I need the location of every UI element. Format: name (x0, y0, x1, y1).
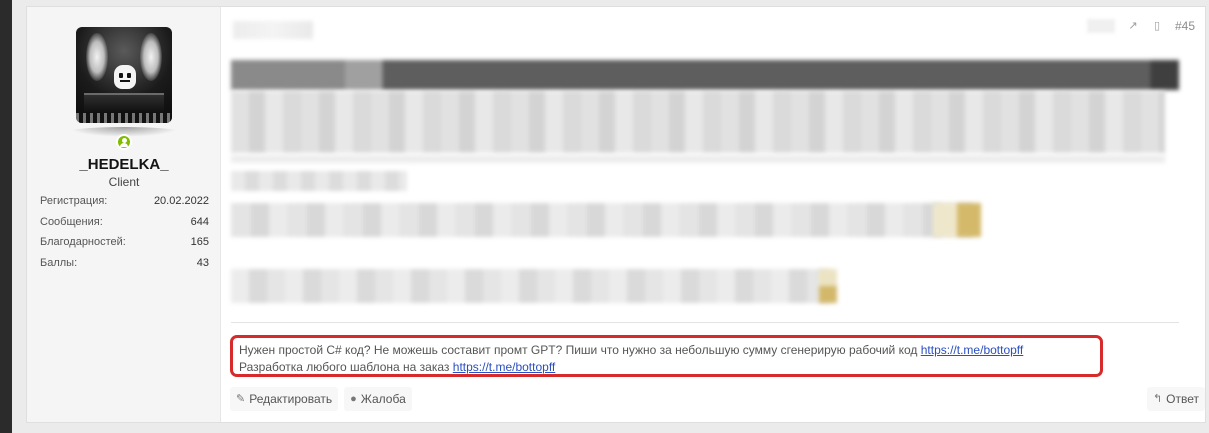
avatar-crowd-lights (76, 113, 172, 123)
report-label: Жалоба (360, 392, 406, 406)
post-actions: ✎ Редактировать ● Жалоба (230, 387, 412, 411)
user-stats: Регистрация: 20.02.2022 Сообщения: 644 Б… (40, 194, 209, 276)
signature-divider (231, 322, 1179, 323)
post-main: ↗ ▯ #45 Нужен простой C# код? Не можешь … (221, 7, 1205, 422)
stat-value: 165 (190, 236, 209, 248)
bookmark-icon[interactable]: ▯ (1151, 20, 1163, 32)
report-button[interactable]: ● Жалоба (344, 387, 412, 411)
message-paragraph-redacted (231, 203, 973, 237)
post-number[interactable]: #45 (1175, 19, 1195, 33)
stat-value: 43 (196, 256, 209, 269)
report-icon: ● (350, 393, 357, 405)
stat-label: Сообщения: (40, 215, 103, 228)
signature-highlight: Нужен простой C# код? Не можешь составит… (230, 335, 1103, 377)
pencil-icon: ✎ (236, 393, 246, 405)
stat-messages: Сообщения: 644 (40, 215, 209, 236)
avatar-smoke-right (140, 33, 162, 81)
stat-label: Благодарностей: (40, 236, 126, 248)
signature-text-2: Разработка любого шаблона на заказ (239, 360, 450, 374)
avatar-helmet (114, 65, 136, 89)
quote-header-redacted (231, 60, 1179, 90)
signature-link-2[interactable]: https://t.me/bottopff (453, 360, 556, 374)
redacted-meta (1086, 19, 1115, 33)
stat-value: 20.02.2022 (153, 195, 209, 207)
user-avatar[interactable] (76, 27, 172, 123)
message-paragraph-redacted (231, 269, 831, 303)
post-date-redacted (233, 21, 313, 39)
stat-value[interactable]: 644 (191, 215, 209, 236)
stat-label: Регистрация: (40, 195, 108, 207)
edit-label: Редактировать (249, 392, 333, 406)
emoji-redacted (819, 269, 837, 303)
post-meta-actions: ↗ ▯ #45 (1086, 19, 1195, 33)
forum-post: _HEDELKA_ Client Регистрация: 20.02.2022… (26, 6, 1206, 423)
quote-footer-redacted (231, 155, 1165, 163)
username[interactable]: _HEDELKA_ (27, 156, 221, 173)
reply-label: Ответ (1166, 392, 1199, 406)
avatar-smoke-left (86, 33, 108, 81)
stat-label: Баллы: (40, 256, 78, 269)
quote-body-redacted (231, 91, 1165, 153)
user-title: Client (108, 175, 140, 189)
stat-registration: Регистрация: 20.02.2022 (40, 194, 209, 215)
emoji-redacted (933, 203, 981, 237)
signature-line-2: Разработка любого шаблона на заказ https… (239, 359, 1094, 376)
signature-text-1: Нужен простой C# код? Не можешь составит… (239, 343, 918, 357)
message-line-redacted (231, 171, 407, 191)
user-sidebar: _HEDELKA_ Client Регистрация: 20.02.2022… (27, 7, 221, 422)
share-icon[interactable]: ↗ (1127, 20, 1139, 32)
signature-link-1[interactable]: https://t.me/bottopff (921, 343, 1024, 357)
avatar-dj-desk (84, 93, 164, 113)
page: _HEDELKA_ Client Регистрация: 20.02.2022… (12, 0, 1209, 433)
online-status-icon (116, 134, 132, 150)
stat-points: Баллы: 43 (40, 256, 209, 277)
stat-thanks: Благодарностей: 165 (40, 235, 209, 256)
edit-button[interactable]: ✎ Редактировать (230, 387, 339, 411)
signature-line-1: Нужен простой C# код? Не можешь составит… (239, 342, 1094, 359)
reply-button[interactable]: ↰ Ответ (1146, 387, 1205, 411)
reply-icon: ↰ (1152, 393, 1163, 405)
